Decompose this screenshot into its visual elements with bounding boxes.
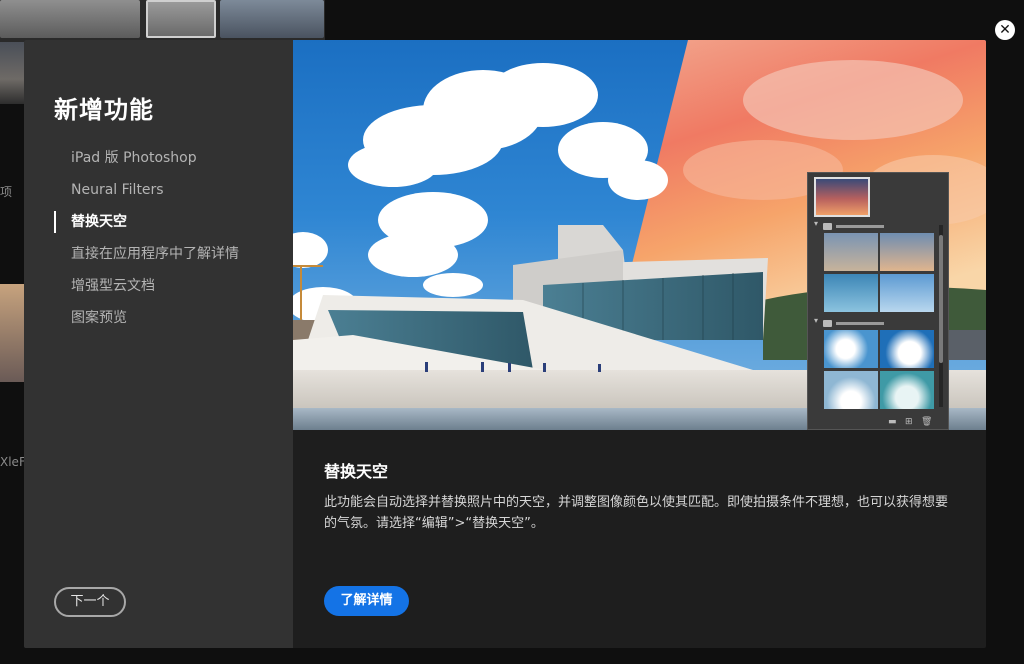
background-label: 项 bbox=[0, 185, 13, 199]
nav-item-replace-sky[interactable]: 替换天空 bbox=[54, 211, 239, 244]
background-thumbnail bbox=[0, 0, 140, 38]
selected-sky-thumbnail[interactable] bbox=[814, 177, 870, 217]
sky-preset-thumbnail[interactable] bbox=[824, 330, 878, 368]
background-thumbnail-selected bbox=[146, 0, 216, 38]
sky-group-header[interactable]: ▾ bbox=[814, 316, 936, 329]
nav-item-neural-filters[interactable]: Neural Filters bbox=[54, 180, 239, 212]
sidebar: 新增功能 iPad 版 Photoshop Neural Filters 替换天… bbox=[24, 40, 293, 648]
chevron-down-icon: ▾ bbox=[814, 316, 819, 325]
nav-item-ipad-photoshop[interactable]: iPad 版 Photoshop bbox=[54, 148, 239, 180]
folder-icon bbox=[823, 223, 832, 230]
background-label: XleF bbox=[0, 455, 26, 469]
panel-scrollbar[interactable] bbox=[939, 225, 943, 407]
feature-nav: iPad 版 Photoshop Neural Filters 替换天空 直接在… bbox=[54, 148, 239, 340]
sky-preset-thumbnail[interactable] bbox=[824, 371, 878, 409]
nav-item-pattern-preview[interactable]: 图案预览 bbox=[54, 308, 239, 340]
feature-description: 此功能会自动选择并替换照片中的天空，并调整图像颜色以使其匹配。即使拍摄条件不理想… bbox=[324, 495, 949, 531]
background-thumbnail bbox=[220, 0, 324, 38]
background-toolbar bbox=[0, 0, 325, 42]
folder-icon[interactable]: ▬ bbox=[888, 417, 897, 427]
sky-preset-thumbnail[interactable] bbox=[880, 274, 934, 312]
feature-title: 替换天空 bbox=[324, 462, 389, 481]
learn-more-button[interactable]: 了解详情 bbox=[324, 586, 409, 616]
group-name bbox=[836, 322, 884, 325]
feature-hero-image: ▾ ▾ ▬ ⊞ 🗑 bbox=[293, 40, 986, 430]
next-button[interactable]: 下一个 bbox=[54, 587, 126, 617]
add-icon[interactable]: ⊞ bbox=[905, 417, 913, 427]
dialog-title: 新增功能 bbox=[54, 96, 154, 124]
folder-icon bbox=[823, 320, 832, 327]
nav-item-cloud-documents[interactable]: 增强型云文档 bbox=[54, 276, 239, 308]
sky-preset-thumbnail[interactable] bbox=[880, 330, 934, 368]
sky-preset-thumbnail[interactable] bbox=[880, 233, 934, 271]
sky-presets-panel: ▾ ▾ ▬ ⊞ 🗑 bbox=[807, 172, 949, 430]
background-photo bbox=[0, 284, 24, 382]
chevron-down-icon: ▾ bbox=[814, 219, 819, 228]
sky-preset-thumbnail[interactable] bbox=[824, 274, 878, 312]
sky-preset-thumbnail[interactable] bbox=[880, 371, 934, 409]
sky-preset-thumbnail[interactable] bbox=[824, 233, 878, 271]
whats-new-dialog: 新增功能 iPad 版 Photoshop Neural Filters 替换天… bbox=[24, 40, 986, 648]
close-icon[interactable]: ✕ bbox=[995, 20, 1015, 40]
trash-icon[interactable]: 🗑 bbox=[921, 417, 932, 427]
nav-item-learn-in-app[interactable]: 直接在应用程序中了解详情 bbox=[54, 244, 239, 276]
group-name bbox=[836, 225, 884, 228]
sky-group-header[interactable]: ▾ bbox=[814, 219, 936, 232]
